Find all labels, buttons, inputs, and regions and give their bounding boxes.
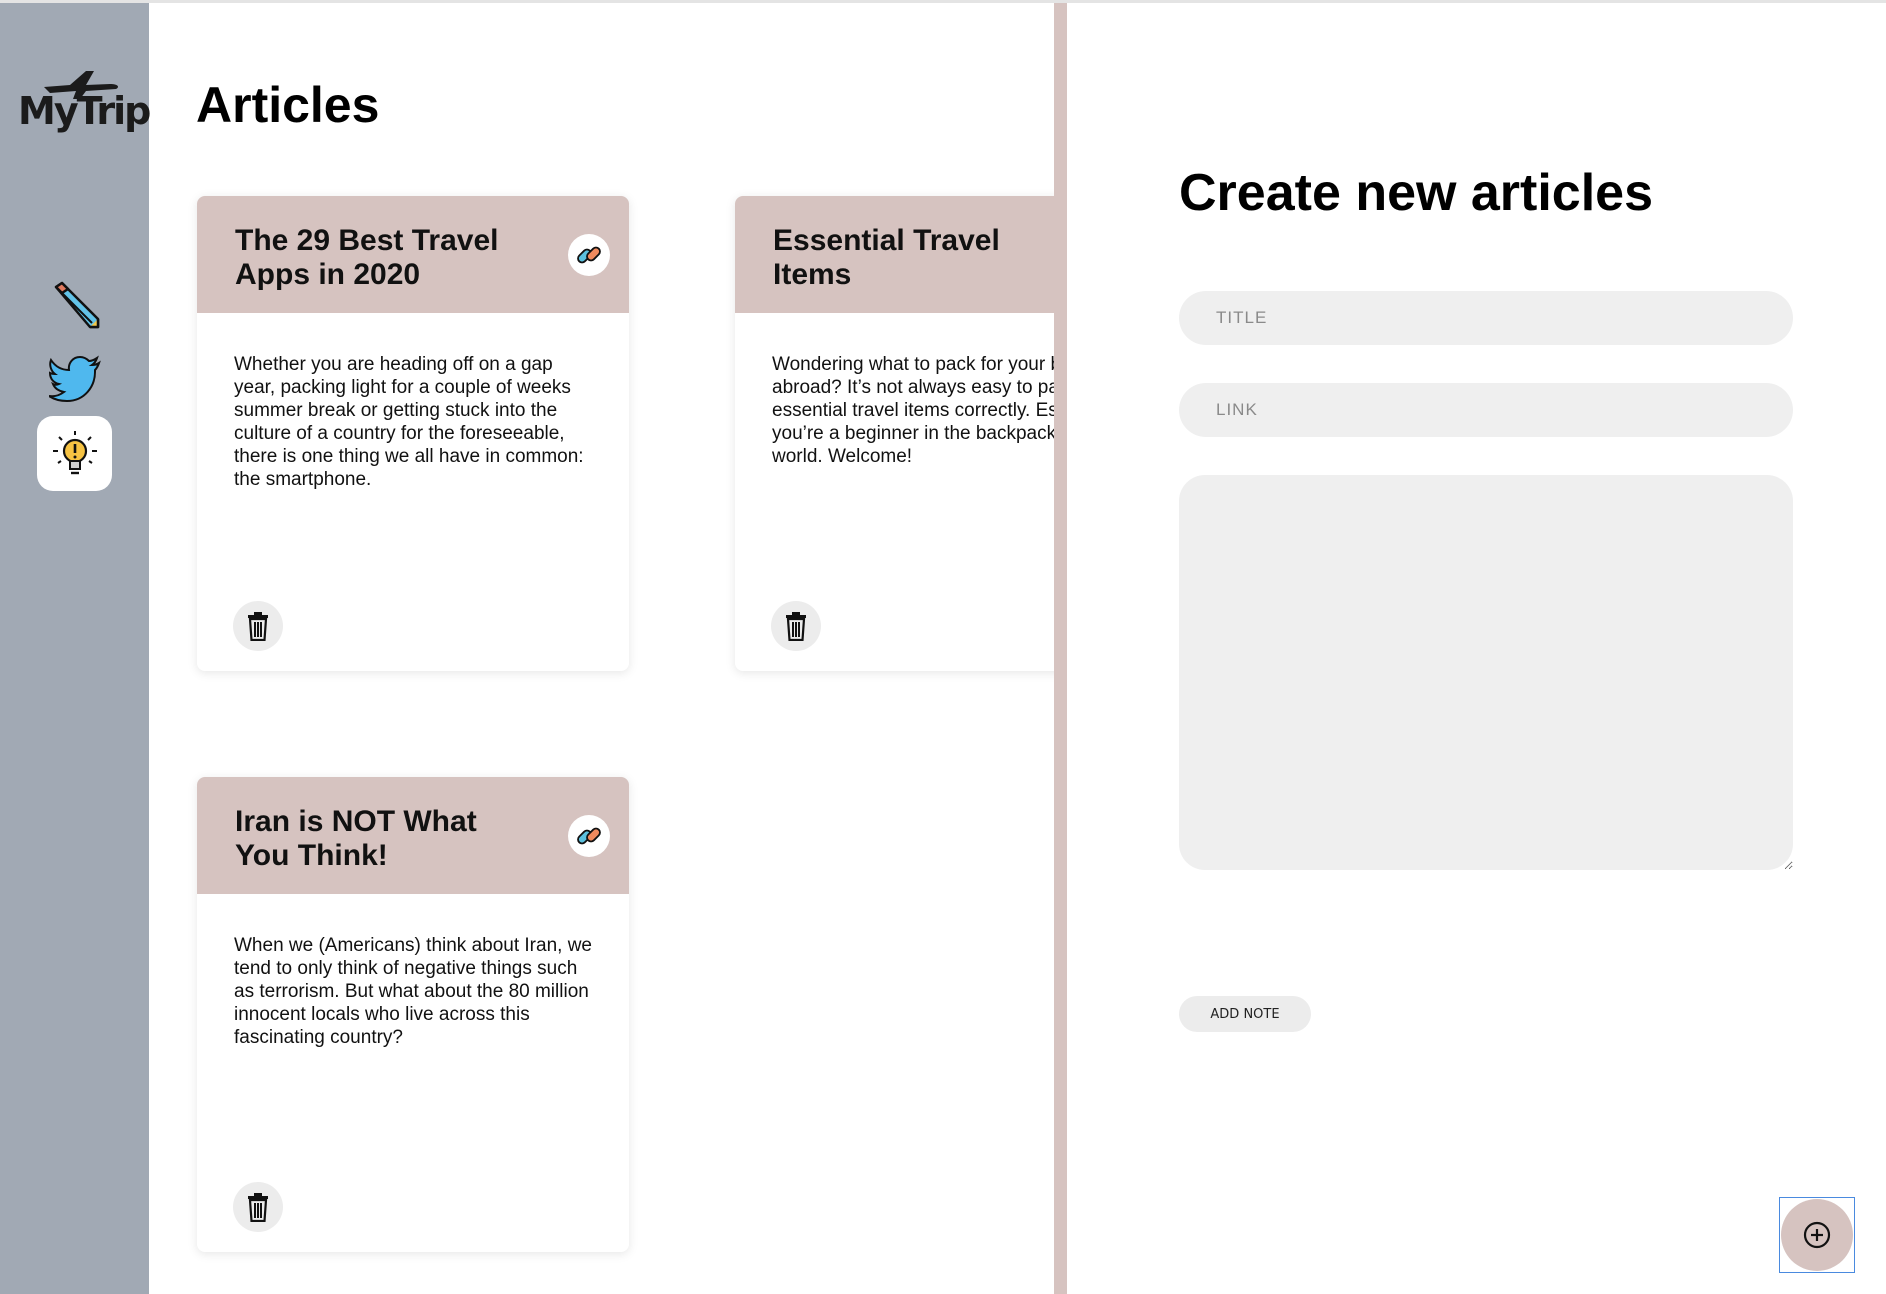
add-note-button[interactable]: ADD NOTE bbox=[1179, 996, 1311, 1032]
add-article-fab[interactable] bbox=[1781, 1199, 1853, 1271]
sidebar: MyTrip bbox=[0, 3, 151, 1294]
plus-circle-icon bbox=[1803, 1221, 1831, 1249]
pen-icon bbox=[54, 281, 99, 328]
sidebar-item-articles[interactable] bbox=[37, 416, 112, 491]
trash-icon bbox=[248, 1193, 268, 1222]
delete-button[interactable] bbox=[771, 601, 821, 651]
description-textarea[interactable] bbox=[1179, 475, 1793, 870]
link-button[interactable] bbox=[568, 815, 610, 857]
logo-text: MyTrip bbox=[18, 89, 151, 133]
card-title: The 29 Best Travel Apps in 2020 bbox=[235, 224, 499, 291]
article-card: Iran is NOT What You Think! When we (Ame… bbox=[197, 777, 629, 1252]
page-title: Articles bbox=[196, 77, 380, 133]
twitter-bird-icon bbox=[48, 355, 101, 402]
logo[interactable]: MyTrip bbox=[18, 67, 151, 133]
lightbulb-icon bbox=[52, 430, 97, 474]
delete-button[interactable] bbox=[233, 1182, 283, 1232]
card-description: When we (Americans) think about Iran, we… bbox=[234, 935, 592, 1048]
panel-title: Create new articles bbox=[1179, 164, 1654, 222]
title-input[interactable] bbox=[1179, 291, 1793, 345]
card-title: Iran is NOT What You Think! bbox=[235, 805, 477, 872]
card-title: Essential Travel Items bbox=[773, 224, 1000, 291]
card-header: The 29 Best Travel Apps in 2020 bbox=[197, 196, 629, 313]
sidebar-item-notes[interactable] bbox=[37, 266, 112, 341]
link-button[interactable] bbox=[568, 234, 610, 276]
card-description: Whether you are heading off on a gap yea… bbox=[234, 354, 584, 490]
sidebar-item-twitter[interactable] bbox=[37, 341, 112, 416]
trash-icon bbox=[786, 612, 806, 641]
link-input[interactable] bbox=[1179, 383, 1793, 437]
delete-button[interactable] bbox=[233, 601, 283, 651]
trash-icon bbox=[248, 612, 268, 641]
card-header: Iran is NOT What You Think! bbox=[197, 777, 629, 894]
link-icon bbox=[577, 827, 601, 845]
link-icon bbox=[577, 246, 601, 264]
panel-divider bbox=[1054, 3, 1067, 1294]
article-card: The 29 Best Travel Apps in 2020 Whether … bbox=[197, 196, 629, 671]
create-article-panel: Create new articles ADD NOTE bbox=[1067, 3, 1886, 1294]
